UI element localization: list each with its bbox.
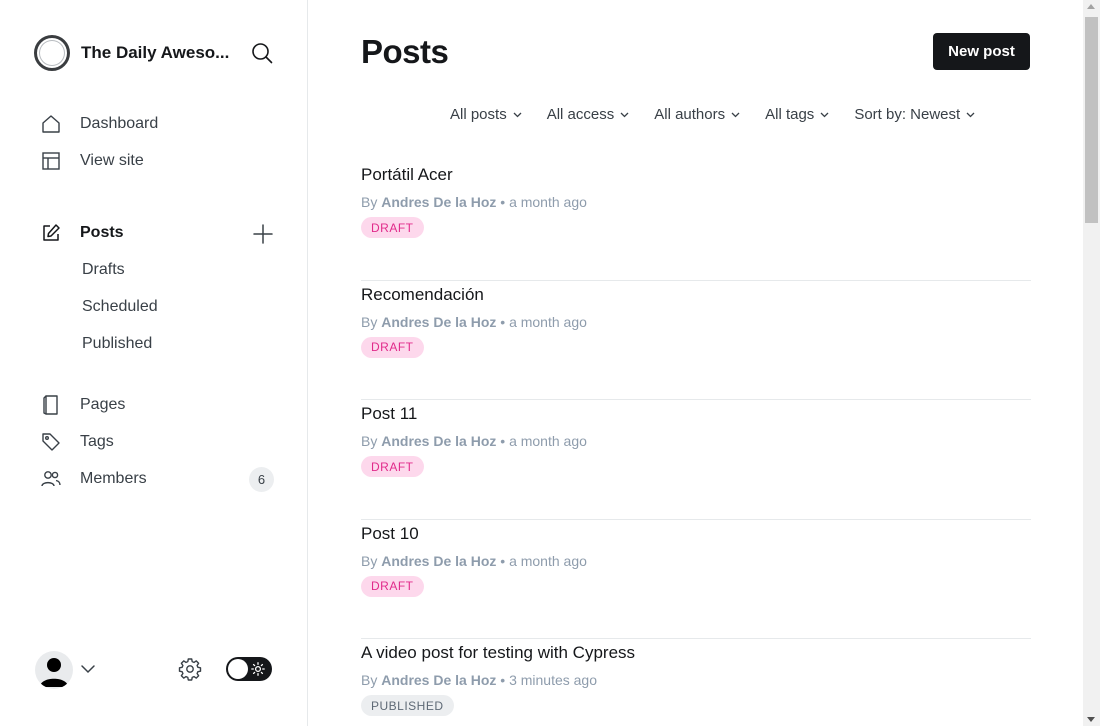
post-meta-separator: • <box>500 552 506 569</box>
post-meta-by: By <box>361 194 378 210</box>
post-meta: By Andres De la Hoz • a month ago <box>361 433 587 449</box>
chevron-down-icon <box>513 112 522 117</box>
post-time: a month ago <box>509 552 587 569</box>
filter-label: All access <box>546 105 615 123</box>
status-badge: DRAFT <box>361 336 424 358</box>
post-title[interactable]: Recomendación <box>361 285 484 305</box>
page-icon <box>40 394 62 416</box>
sidebar-subitem-drafts[interactable]: Drafts <box>82 258 125 282</box>
page-title: Posts <box>361 33 449 70</box>
sidebar-item-label: Tags <box>80 433 114 450</box>
post-meta-by: By <box>361 313 378 330</box>
filter-bar: All posts All access All authors All tag… <box>450 102 975 126</box>
search-icon[interactable] <box>250 41 274 65</box>
post-title[interactable]: Post 11 <box>361 404 417 424</box>
post-author: Andres De la Hoz <box>381 313 497 330</box>
site-header: The Daily Aweso... <box>34 34 274 72</box>
post-meta-separator: • <box>500 313 506 330</box>
post-meta: By Andres De la Hoz • a month ago <box>361 194 587 210</box>
sidebar-item-label: Pages <box>80 396 126 413</box>
sort-dropdown[interactable]: Sort by: Newest <box>854 106 975 123</box>
sidebar-item-posts[interactable]: Posts <box>40 219 274 247</box>
filter-tags-dropdown[interactable]: All tags <box>765 106 829 123</box>
filter-access-dropdown[interactable]: All access <box>547 106 630 123</box>
user-avatar[interactable] <box>35 651 73 689</box>
toggle-knob <box>228 659 248 679</box>
filter-label: Sort by: Newest <box>854 105 961 123</box>
post-list-item[interactable]: Post 11 By Andres De la Hoz • a month ag… <box>361 400 1031 520</box>
scroll-down-arrow-icon[interactable] <box>1087 717 1095 722</box>
filter-authors-dropdown[interactable]: All authors <box>654 106 740 123</box>
members-count-badge: 6 <box>249 467 274 492</box>
add-post-icon[interactable] <box>251 222 275 246</box>
post-list-item[interactable]: Recomendación By Andres De la Hoz • a mo… <box>361 281 1031 400</box>
sun-icon <box>251 662 265 676</box>
post-author: Andres De la Hoz <box>381 672 497 688</box>
gear-icon[interactable] <box>178 657 202 681</box>
post-time: 3 minutes ago <box>509 672 598 688</box>
post-time: a month ago <box>509 313 587 330</box>
status-badge: DRAFT <box>361 217 424 238</box>
post-list-item[interactable]: A video post for testing with Cypress By… <box>361 639 1031 726</box>
sidebar: The Daily Aweso... Dashboard View site P… <box>0 0 308 726</box>
post-meta-separator: • <box>500 194 506 210</box>
sidebar-item-pages[interactable]: Pages <box>40 391 274 419</box>
sidebar-item-label: Posts <box>80 224 124 241</box>
scrollbar-thumb[interactable] <box>1085 17 1098 223</box>
post-title[interactable]: Post 10 <box>361 524 419 544</box>
sidebar-item-label: Members <box>80 470 147 487</box>
post-meta-by: By <box>361 433 378 449</box>
sidebar-item-label: Dashboard <box>80 115 159 132</box>
members-icon <box>40 468 62 490</box>
post-author: Andres De la Hoz <box>381 552 497 569</box>
scroll-up-arrow-icon[interactable] <box>1087 4 1095 9</box>
post-meta: By Andres De la Hoz • a month ago <box>361 314 587 330</box>
chevron-down-icon <box>620 112 629 117</box>
post-meta-separator: • <box>500 433 506 449</box>
status-badge: DRAFT <box>361 575 424 597</box>
post-list: Portátil Acer By Andres De la Hoz • a mo… <box>361 161 1031 726</box>
post-author: Andres De la Hoz <box>381 433 497 449</box>
post-meta-by: By <box>361 552 378 569</box>
post-title[interactable]: Portátil Acer <box>361 165 453 185</box>
post-meta: By Andres De la Hoz • 3 minutes ago <box>361 672 597 688</box>
chevron-down-icon[interactable] <box>80 661 96 677</box>
filter-label: All authors <box>654 105 726 123</box>
theme-toggle[interactable] <box>226 657 272 681</box>
filter-label: All tags <box>765 105 815 123</box>
post-author: Andres De la Hoz <box>381 194 497 210</box>
post-meta-separator: • <box>500 672 506 688</box>
chevron-down-icon <box>731 112 740 117</box>
post-meta-by: By <box>361 672 378 688</box>
edit-icon <box>40 222 62 244</box>
page-scrollbar[interactable] <box>1083 0 1100 726</box>
sidebar-subitem-published[interactable]: Published <box>82 332 152 356</box>
sidebar-item-view-site[interactable]: View site <box>40 147 274 175</box>
home-icon <box>40 113 62 135</box>
sidebar-item-label: View site <box>80 152 144 169</box>
post-time: a month ago <box>509 433 587 449</box>
layout-icon <box>40 150 62 172</box>
main-content: Posts New post All posts All access All … <box>309 0 1083 726</box>
post-title[interactable]: A video post for testing with Cypress <box>361 643 635 663</box>
sidebar-item-members[interactable]: Members <box>40 465 274 493</box>
tag-icon <box>40 431 62 453</box>
post-time: a month ago <box>509 194 587 210</box>
sidebar-subitem-scheduled[interactable]: Scheduled <box>82 295 158 319</box>
sidebar-item-dashboard[interactable]: Dashboard <box>40 110 274 138</box>
new-post-button[interactable]: New post <box>933 33 1030 70</box>
chevron-down-icon <box>820 112 829 117</box>
site-logo[interactable] <box>34 35 70 71</box>
status-badge: PUBLISHED <box>361 695 454 716</box>
post-meta: By Andres De la Hoz • a month ago <box>361 553 587 569</box>
site-title[interactable]: The Daily Aweso... <box>81 43 231 63</box>
chevron-down-icon <box>966 112 975 117</box>
post-list-item[interactable]: Portátil Acer By Andres De la Hoz • a mo… <box>361 161 1031 281</box>
filter-label: All posts <box>450 105 507 123</box>
filter-type-dropdown[interactable]: All posts <box>450 106 522 123</box>
post-list-item[interactable]: Post 10 By Andres De la Hoz • a month ag… <box>361 520 1031 639</box>
sidebar-item-tags[interactable]: Tags <box>40 428 274 456</box>
status-badge: DRAFT <box>361 456 424 477</box>
